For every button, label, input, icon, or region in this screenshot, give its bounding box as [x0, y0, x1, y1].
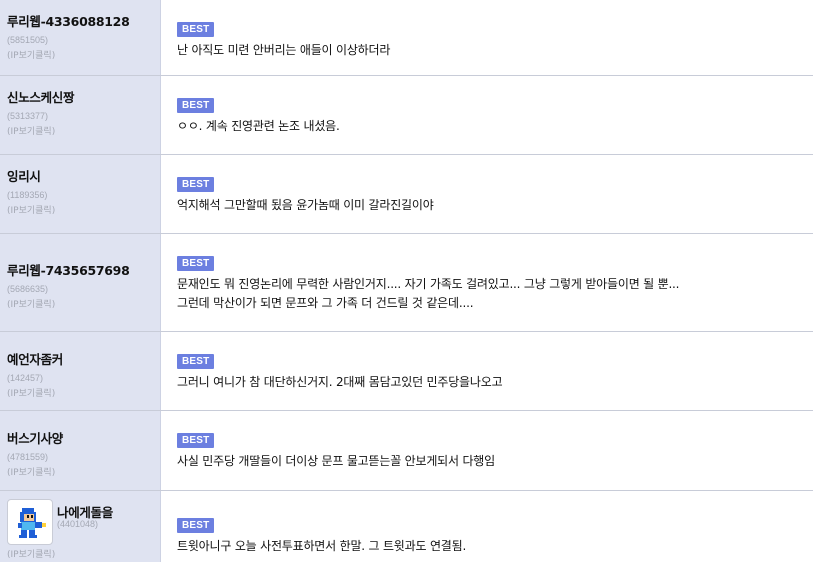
avatar[interactable]: [7, 499, 53, 545]
best-badge: BEST: [177, 22, 215, 37]
author-info: 루리웹-7435657698 (5686635) (IP보기클릭): [0, 234, 161, 331]
ip-view-link[interactable]: (IP보기클릭): [7, 48, 160, 61]
author-info: 예언자좀커 (142457) (IP보기클릭): [0, 332, 161, 410]
comment-row: 버스기사양 (4781559) (IP보기클릭) BEST 사실 민주당 개딸들…: [0, 411, 813, 491]
author-user-id: (4781559): [7, 452, 49, 462]
best-badge: BEST: [177, 518, 215, 533]
best-badge: BEST: [177, 256, 215, 271]
author-user-id: (4401048): [57, 519, 99, 529]
ip-view-link[interactable]: (IP보기클릭): [7, 124, 160, 137]
author-nickname[interactable]: 루리웹-7435657698: [7, 260, 160, 279]
comment-text: 억지해석 그만할때 됬음 윤가놈때 이미 갈라진길이야: [177, 198, 434, 212]
best-badge: BEST: [177, 433, 215, 448]
author-info: 신노스케신짱 (5313377) (IP보기클릭): [0, 76, 161, 154]
author-info: 루리웹-4336088128 (5851505) (IP보기클릭): [0, 0, 161, 75]
ip-view-link[interactable]: (IP보기클릭): [7, 465, 160, 478]
comment-content: BEST ㅇㅇ. 계속 진영관련 논조 내셨음.: [161, 76, 813, 154]
comment-row: 루리웹-7435657698 (5686635) (IP보기클릭) BEST 문…: [0, 234, 813, 332]
author-nickname[interactable]: 버스기사양: [7, 428, 160, 447]
best-badge: BEST: [177, 98, 215, 113]
author-user-id: (5313377): [7, 111, 49, 121]
ip-view-link[interactable]: (IP보기클릭): [7, 203, 160, 216]
ip-view-link[interactable]: (IP보기클릭): [7, 547, 55, 560]
author-user-id: (142457): [7, 373, 44, 383]
comment-content: BEST 트윗아니구 오늘 사전투표하면서 한말. 그 트윗과도 연결됨.: [161, 491, 813, 562]
comment-content: BEST 그러니 여니가 참 대단하신거지. 2대째 몸담고있던 민주당을나오고: [161, 332, 813, 410]
comment-text: 문재인도 뭐 진영논리에 무력한 사람인거지.... 자기 가족도 걸려있고..…: [177, 277, 680, 310]
ip-view-link[interactable]: (IP보기클릭): [7, 386, 160, 399]
megaman-sprite-icon: [18, 508, 46, 538]
comment-content: BEST 억지해석 그만할때 됬음 윤가놈때 이미 갈라진길이야: [161, 155, 813, 233]
author-info: 잉리시 (1189356) (IP보기클릭): [0, 155, 161, 233]
comment-row: 예언자좀커 (142457) (IP보기클릭) BEST 그러니 여니가 참 대…: [0, 332, 813, 411]
author-info: 버스기사양 (4781559) (IP보기클릭): [0, 411, 161, 490]
comment-text: 트윗아니구 오늘 사전투표하면서 한말. 그 트윗과도 연결됨.: [177, 539, 467, 553]
author-nickname[interactable]: 예언자좀커: [7, 349, 160, 368]
comment-text: ㅇㅇ. 계속 진영관련 논조 내셨음.: [177, 119, 340, 133]
comment-row: 루리웹-4336088128 (5851505) (IP보기클릭) BEST 난…: [0, 0, 813, 76]
author-nickname[interactable]: 잉리시: [7, 166, 160, 185]
best-badge: BEST: [177, 354, 215, 369]
author-nickname[interactable]: 루리웹-4336088128: [7, 11, 160, 30]
best-badge: BEST: [177, 177, 215, 192]
author-user-id: (5686635): [7, 284, 49, 294]
comment-text: 사실 민주당 개딸들이 더이상 문프 물고뜯는꼴 안보게되서 다행임: [177, 454, 495, 468]
comment-text: 그러니 여니가 참 대단하신거지. 2대째 몸담고있던 민주당을나오고: [177, 375, 503, 389]
author-nickname[interactable]: 신노스케신짱: [7, 87, 160, 106]
author-user-id: (1189356): [7, 190, 48, 200]
comment-text: 난 아직도 미련 안버리는 애들이 이상하더라: [177, 43, 391, 57]
comment-content: BEST 난 아직도 미련 안버리는 애들이 이상하더라: [161, 0, 813, 75]
author-user-id: (5851505): [7, 35, 49, 45]
comment-row: 잉리시 (1189356) (IP보기클릭) BEST 억지해석 그만할때 됬음…: [0, 155, 813, 234]
comment-row: 신노스케신짱 (5313377) (IP보기클릭) BEST ㅇㅇ. 계속 진영…: [0, 76, 813, 155]
comment-content: BEST 문재인도 뭐 진영논리에 무력한 사람인거지.... 자기 가족도 걸…: [161, 234, 813, 331]
comment-row: 나에게돌을 (4401048) (IP보기클릭) BEST 트윗아니구 오늘 사…: [0, 491, 813, 562]
comment-content: BEST 사실 민주당 개딸들이 더이상 문프 물고뜯는꼴 안보게되서 다행임: [161, 411, 813, 490]
ip-view-link[interactable]: (IP보기클릭): [7, 297, 160, 310]
author-info: 나에게돌을 (4401048) (IP보기클릭): [0, 491, 161, 562]
